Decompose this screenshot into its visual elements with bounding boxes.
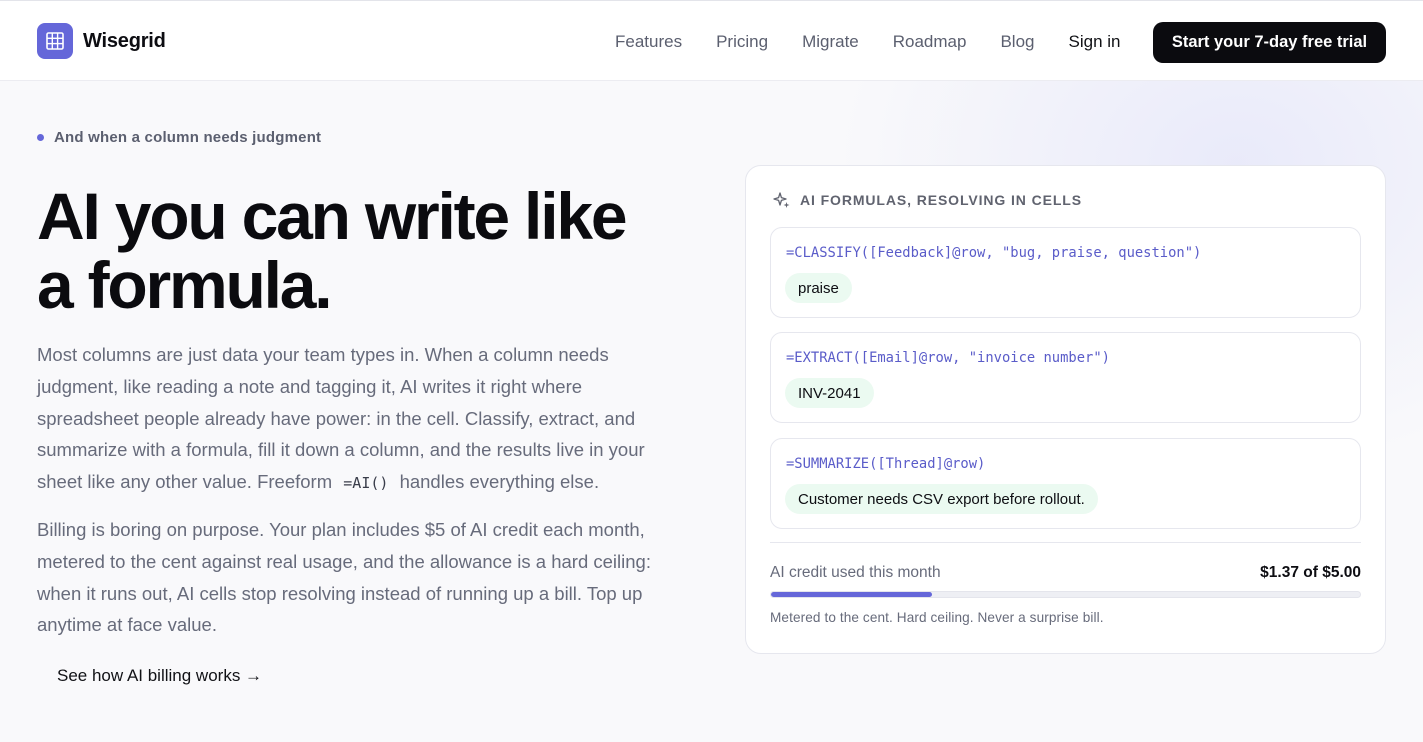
- ai-billing-link[interactable]: See how AI billing works →: [57, 666, 262, 686]
- sparkle-icon: [773, 192, 790, 208]
- nav-link-roadmap[interactable]: Roadmap: [893, 31, 967, 53]
- eyebrow-text: And when a column needs judgment: [54, 129, 322, 146]
- formula-text: =CLASSIFY([Feedback]@row, "bug, praise, …: [786, 245, 1202, 261]
- formula-text: =SUMMARIZE([Thread]@row): [786, 456, 986, 472]
- card-label-text: AI FORMULAS, RESOLVING IN CELLS: [800, 192, 1082, 208]
- nav-link-features[interactable]: Features: [615, 31, 682, 53]
- usage-progress-bar: [770, 591, 1361, 598]
- formula-cell[interactable]: =EXTRACT([Email]@row, "invoice number") …: [770, 332, 1361, 423]
- nav-link-pricing[interactable]: Pricing: [716, 31, 768, 53]
- usage-progress-fill: [771, 592, 933, 597]
- brand-name: Wisegrid: [83, 29, 166, 52]
- ai-function-code: =AI(): [343, 474, 389, 493]
- brand-logo[interactable]: Wisegrid: [37, 23, 166, 59]
- bullet-dot-icon: [37, 134, 44, 141]
- divider: [770, 542, 1361, 543]
- main-nav: Features Pricing Migrate Roadmap Blog Si…: [615, 31, 1120, 53]
- sign-in-link[interactable]: Sign in: [1069, 31, 1121, 53]
- usage-value: $1.37 of $5.00: [1260, 564, 1361, 581]
- formula-cell[interactable]: =CLASSIFY([Feedback]@row, "bug, praise, …: [770, 227, 1361, 318]
- formula-result: Customer needs CSV export before rollout…: [785, 484, 1098, 514]
- nav-link-migrate[interactable]: Migrate: [802, 31, 859, 53]
- headline-line-2: a formula.: [37, 248, 333, 322]
- formula-text: =EXTRACT([Email]@row, "invoice number"): [786, 350, 1110, 366]
- eyebrow: And when a column needs judgment: [37, 129, 321, 146]
- billing-paragraph: Billing is boring on purpose. Your plan …: [37, 519, 651, 636]
- top-nav-bar: Wisegrid Features Pricing Migrate Roadma…: [0, 0, 1423, 81]
- intro-text-end: handles everything else.: [399, 471, 600, 493]
- usage-note: Metered to the cent. Hard ceiling. Never…: [770, 610, 1104, 625]
- formula-result: INV-2041: [785, 378, 874, 408]
- formula-cell[interactable]: =SUMMARIZE([Thread]@row) Customer needs …: [770, 438, 1361, 529]
- intro-text: Most columns are just data your team typ…: [37, 344, 645, 493]
- start-trial-button[interactable]: Start your 7-day free trial: [1153, 22, 1386, 63]
- ai-formulas-card: AI FORMULAS, RESOLVING IN CELLS =CLASSIF…: [745, 165, 1386, 654]
- formula-result: praise: [785, 273, 852, 303]
- page-title: AI you can write like a formula.: [37, 182, 677, 320]
- intro-paragraph: Most columns are just data your team typ…: [37, 339, 677, 500]
- card-label: AI FORMULAS, RESOLVING IN CELLS: [773, 191, 1082, 209]
- nav-link-blog[interactable]: Blog: [1000, 31, 1034, 53]
- grid-icon: [37, 23, 73, 59]
- headline-line-1: AI you can write like: [37, 179, 628, 253]
- usage-label: AI credit used this month: [770, 564, 941, 581]
